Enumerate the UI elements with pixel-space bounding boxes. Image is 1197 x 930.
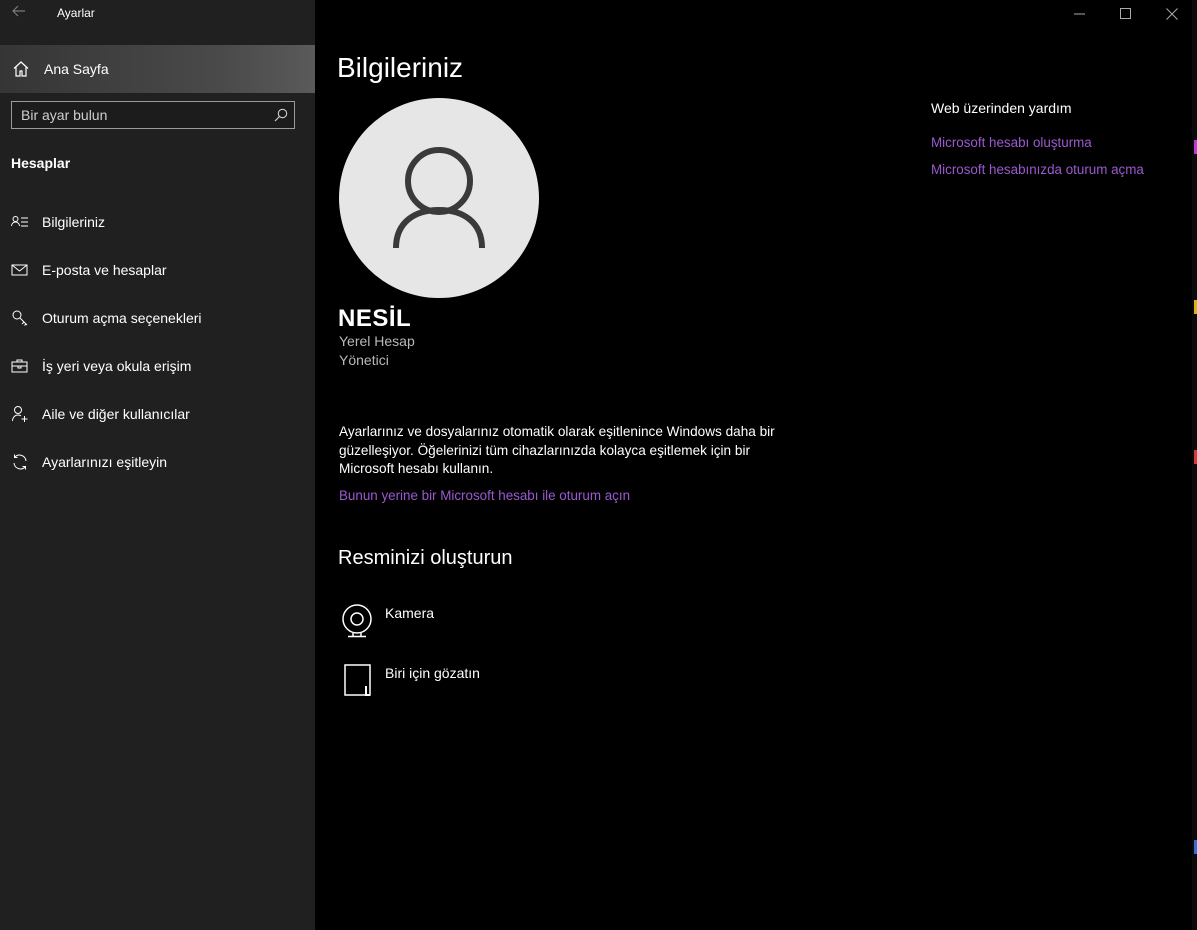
document-icon (339, 660, 375, 700)
user-name: NESİL (338, 305, 412, 332)
sidebar-item-label: E-posta ve hesaplar (42, 262, 167, 278)
search-input[interactable] (21, 105, 261, 125)
sidebar-item-label: Bilgileriniz (42, 214, 106, 230)
sidebar-item-your-info[interactable]: Bilgileriniz (0, 200, 315, 244)
account-role: Yönetici (339, 352, 389, 368)
sidebar-item-sync[interactable]: Ayarlarınızı eşitleyin (0, 440, 315, 484)
sidebar-item-label: İş yeri veya okula erişim (42, 358, 192, 374)
sidebar-item-sign-in[interactable]: Oturum açma seçenekleri (0, 296, 315, 340)
section-title: Hesaplar (11, 155, 71, 171)
webcam-icon (339, 600, 375, 640)
sidebar-item-family[interactable]: Aile ve diğer kullanıcılar (0, 392, 315, 436)
camera-option[interactable]: Kamera (339, 600, 639, 646)
person-add-icon (11, 405, 29, 423)
sidebar: Ayarlar Ana Sayfa Hesaplar Bilgileriniz … (0, 0, 315, 930)
search-icon[interactable] (274, 108, 288, 122)
sidebar-item-label: Aile ve diğer kullanıcılar (42, 406, 190, 422)
mail-icon (11, 261, 29, 279)
sidebar-item-label: Ayarlarınızı eşitleyin (42, 454, 168, 470)
account-type: Yerel Hesap (339, 333, 415, 349)
app-title: Ayarlar (57, 6, 95, 20)
minimize-icon (1074, 13, 1085, 15)
key-icon (11, 309, 29, 327)
page-title: Bilgileriniz (337, 52, 464, 83)
maximize-icon (1120, 8, 1131, 19)
minimize-button[interactable] (1057, 0, 1103, 28)
user-avatar-icon (393, 147, 485, 249)
sidebar-item-work-school[interactable]: İş yeri veya okula erişim (0, 344, 315, 388)
sync-info-text: Ayarlarınız ve dosyalarınız otomatik ola… (339, 424, 775, 476)
maximize-button[interactable] (1103, 0, 1149, 28)
camera-label: Kamera (385, 605, 435, 621)
close-icon (1166, 8, 1178, 20)
create-picture-title: Resminizi oluşturun (338, 547, 513, 569)
home-label: Ana Sayfa (44, 61, 109, 77)
close-button[interactable] (1149, 0, 1195, 28)
home-nav-item[interactable]: Ana Sayfa (0, 45, 315, 93)
web-help-title: Web üzerinden yardım (931, 100, 1072, 116)
avatar (339, 98, 539, 298)
settings-search[interactable] (11, 101, 295, 129)
ms-account-signin-link[interactable]: Bunun yerine bir Microsoft hesabı ile ot… (339, 488, 630, 503)
briefcase-icon (11, 357, 29, 375)
sidebar-item-email[interactable]: E-posta ve hesaplar (0, 248, 315, 292)
browse-label: Biri için gözatın (385, 665, 480, 681)
help-link-create-account[interactable]: Microsoft hesabı oluşturma (931, 135, 1092, 150)
sidebar-item-label: Oturum açma seçenekleri (42, 310, 202, 326)
title-bar: Ayarlar (0, 0, 315, 30)
back-arrow-icon[interactable] (6, 2, 32, 26)
home-icon (12, 60, 30, 78)
help-link-sign-in[interactable]: Microsoft hesabınızda oturum açma (931, 162, 1144, 177)
browse-option[interactable]: Biri için gözatın (339, 660, 639, 706)
person-list-icon (11, 213, 29, 231)
sync-icon (11, 453, 29, 471)
